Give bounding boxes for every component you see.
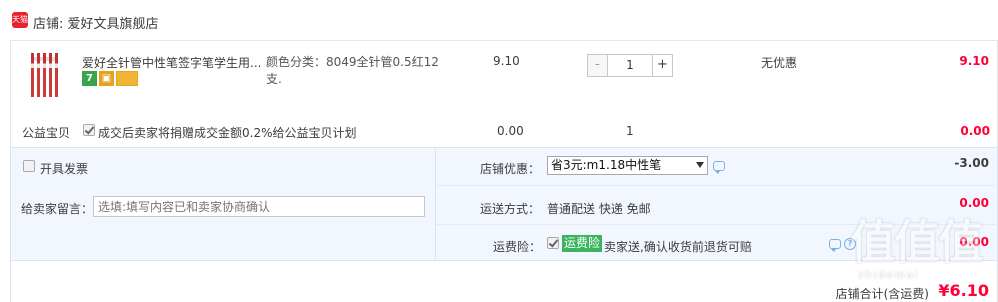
seven-day-return-icon[interactable]: 7	[82, 71, 97, 86]
charity-amount: 0.00	[497, 124, 524, 138]
quantity-input[interactable]: 1	[608, 55, 652, 76]
shop-total-label: 店铺合计(含运费)	[835, 287, 929, 301]
pen-image-icon	[31, 53, 34, 97]
gift-icon[interactable]: ▣	[99, 71, 114, 86]
charity-label: 公益宝贝	[22, 126, 71, 140]
insurance-text: 卖家送,确认收货前退货可赔	[604, 240, 752, 254]
insurance-checkbox[interactable]	[547, 237, 559, 249]
shop-total-amount: ¥6.10	[938, 281, 989, 300]
shop-name-link[interactable]: 店铺: 爱好文具旗舰店	[33, 13, 159, 32]
chat-icon[interactable]	[829, 239, 841, 252]
chat-icon[interactable]	[713, 161, 725, 174]
quantity-decrease-button[interactable]: -	[588, 55, 608, 76]
invoice-label[interactable]: 开具发票	[40, 160, 88, 177]
options-divider	[435, 148, 436, 260]
shipping-label: 运送方式：	[480, 202, 541, 216]
unit-price: 9.10	[493, 54, 520, 68]
service-badges: 7 ▣	[82, 71, 138, 88]
coupon-label: 店铺优惠：	[480, 162, 541, 176]
insurance-tag: 运费险	[562, 235, 603, 252]
product-thumbnail[interactable]	[25, 51, 63, 99]
product-attributes: 颜色分类：8049全针管0.5红12支.	[266, 55, 439, 86]
charity-text: 成交后卖家将捐赠成交金额0.2%给公益宝贝计划	[98, 126, 357, 140]
dropdown-arrow-icon	[696, 162, 704, 168]
coupon-amount: -3.00	[954, 156, 989, 170]
quantity-stepper: - 1 +	[587, 54, 673, 77]
options-row-divider	[436, 185, 998, 186]
card-icon[interactable]	[116, 71, 138, 86]
coupon-select[interactable]: 省3元:m1.18中性笔	[547, 156, 708, 175]
watermark-logo: 值值值	[850, 215, 984, 269]
message-label: 给卖家留言：	[21, 202, 94, 216]
charity-row: 公益宝贝 成交后卖家将捐赠成交金额0.2%给公益宝贝计划 0.00 1 0.00	[10, 118, 998, 147]
tmall-logo-icon: 天猫	[12, 12, 28, 28]
charity-subtotal: 0.00	[960, 124, 990, 138]
shipping-amount: 0.00	[959, 196, 989, 210]
shipping-method: 普通配送 快递 免邮	[547, 202, 651, 216]
insurance-label: 运费险：	[493, 240, 542, 254]
product-title-link[interactable]: 爱好全针管中性笔签字笔学生用...	[82, 54, 262, 71]
pen-image-icon	[37, 53, 40, 97]
seller-message-input[interactable]	[93, 196, 425, 217]
item-discount: 无优惠	[761, 56, 798, 70]
item-subtotal: 9.10	[959, 54, 989, 68]
invoice-checkbox[interactable]	[23, 160, 35, 172]
charity-quantity: 1	[626, 124, 634, 138]
coupon-selected-value: 省3元:m1.18中性笔	[551, 158, 662, 172]
pen-image-icon	[49, 53, 52, 97]
shop-header: 天猫 店铺: 爱好文具旗舰店	[0, 0, 998, 40]
charity-checkbox[interactable]	[83, 124, 95, 136]
watermark-text: zhidemai	[858, 270, 920, 281]
pen-image-icon	[55, 53, 58, 97]
quantity-increase-button[interactable]: +	[652, 55, 672, 76]
pen-image-icon	[43, 53, 46, 97]
